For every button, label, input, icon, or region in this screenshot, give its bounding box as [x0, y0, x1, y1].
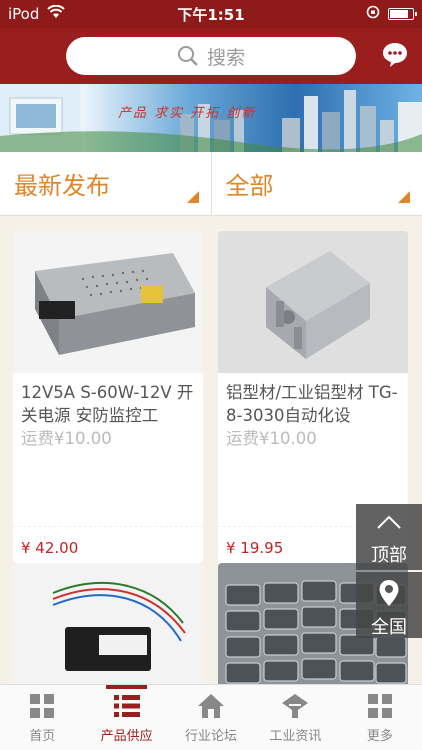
bottom-tab-bar: 首页 产品供应 行业论坛 工业资讯 更多	[0, 684, 422, 750]
back-to-top-label: 顶部	[371, 545, 407, 566]
list-icon	[113, 695, 140, 717]
dropdown-triangle-icon	[398, 191, 410, 203]
chevron-up-icon	[377, 515, 401, 529]
back-to-top-button[interactable]: 顶部	[356, 504, 422, 570]
tab-products-label: 产品供应	[100, 729, 153, 744]
tab-products[interactable]: 产品供应	[84, 685, 168, 750]
region-button[interactable]: 全国	[356, 572, 422, 638]
search-icon	[177, 46, 198, 66]
filter-bar: 最新发布 全部	[0, 152, 422, 216]
aluminum-profile-image	[218, 231, 408, 373]
product-freight: 运费¥10.00	[21, 429, 112, 448]
product-title: 12V5A S-60W-12V 开关电源 安防监控工	[21, 383, 194, 425]
product-freight: 运费¥10.00	[226, 429, 317, 448]
product-price: ¥ 19.95	[226, 539, 284, 557]
tab-more-label: 更多	[366, 729, 393, 744]
more-icon	[367, 694, 392, 718]
dropdown-triangle-icon	[186, 191, 199, 203]
header-bar: 搜索	[0, 28, 422, 84]
tab-forum-label: 行业论坛	[185, 729, 238, 744]
message-button[interactable]	[380, 40, 410, 70]
product-title: 铝型材/工业铝型材 TG-8-3030自动化设	[226, 383, 398, 425]
product-card[interactable]: 12V5A S-60W-12V 开关电源 安防监控工 运费¥10.00 ¥ 42…	[13, 231, 203, 563]
grid-icon	[30, 694, 55, 718]
tab-forum[interactable]: 行业论坛	[169, 685, 253, 750]
home-icon	[198, 694, 225, 718]
banner-slogan: 产品 求实 开拓 创新	[118, 106, 257, 121]
news-icon	[282, 694, 309, 718]
clock: 下午1:51	[177, 5, 245, 24]
search-input[interactable]: 搜索	[66, 37, 356, 75]
region-label: 全国	[371, 617, 407, 638]
divider	[13, 526, 203, 527]
filter-category[interactable]: 全部	[210, 152, 422, 215]
product-card[interactable]	[13, 563, 203, 684]
filter-sort[interactable]: 最新发布	[0, 152, 211, 215]
power-supply-image	[13, 231, 203, 373]
filter-sort-label: 最新发布	[14, 172, 110, 200]
tab-more[interactable]: 更多	[338, 685, 422, 750]
battery-icon	[388, 8, 417, 20]
filter-category-label: 全部	[225, 172, 274, 200]
status-bar: iPod 下午1:51	[0, 0, 422, 28]
location-pin-icon	[379, 580, 399, 606]
tab-news[interactable]: 工业资讯	[253, 685, 337, 750]
driver-module-image	[13, 563, 203, 684]
promo-banner[interactable]: 产品 求实 开拓 创新	[0, 84, 422, 152]
search-placeholder: 搜索	[206, 46, 245, 69]
tab-news-label: 工业资讯	[269, 729, 322, 744]
tab-home-label: 首页	[29, 729, 56, 744]
tab-home[interactable]: 首页	[0, 685, 84, 750]
chat-bubble-icon	[383, 43, 407, 67]
product-price: ¥ 42.00	[21, 539, 79, 557]
